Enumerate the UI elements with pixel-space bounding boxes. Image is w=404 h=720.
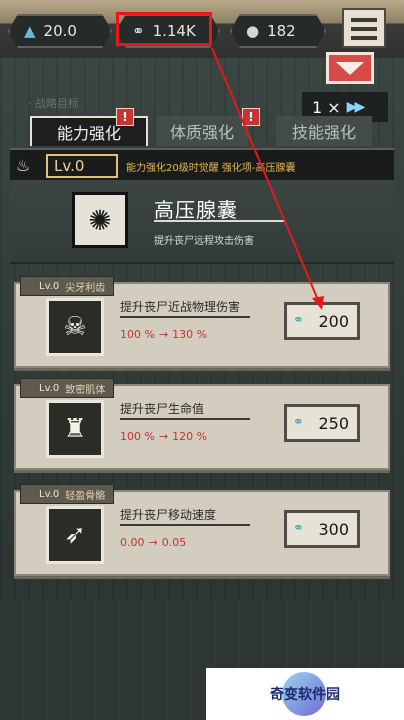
upgrade-cost: 250 [318,413,349,433]
arrow-right-icon: → [148,536,158,549]
skill-name: 高压腺囊 [154,198,238,222]
divider [120,418,250,420]
tab-skill-label: 技能强化 [291,123,356,142]
chevron-down-icon [336,61,364,75]
rock-crystal-icon: ▲ [24,22,36,40]
upgrade-button[interactable]: ⚭ 300 [284,510,360,548]
card-description: 提升丧尸近战物理伤害 [120,300,241,314]
card-values: 100 % → 130 % [120,328,207,341]
card-values: 100 % → 120 % [120,430,207,443]
card-name: 致密肌体 [65,384,106,396]
value-to: 0.05 [161,536,187,549]
value-from: 100 % [120,328,155,341]
upgrade-cost: 200 [318,311,349,331]
resource-rock-value: 20.0 [43,22,77,40]
muscle-torso-icon: ♜ [46,400,104,458]
level-label: Lv.0 [54,157,85,175]
gene-icon: ⚭ [293,415,304,430]
card-name: 轻盈骨骼 [65,490,106,502]
card-name: 尖牙利齿 [65,282,106,294]
menu-button[interactable] [342,8,386,48]
resource-brain-value: 182 [267,22,296,40]
gland-sac-icon: ✺ [72,192,128,248]
skill-description: 提升丧尸远程攻击伤害 [154,236,254,247]
card-description: 提升丧尸移动速度 [120,508,217,522]
arrow-right-icon: → [158,430,169,443]
card-tag: Lv.0 尖牙利齿 [20,276,115,296]
divider [120,316,250,318]
card-values: 0.00 → 0.05 [120,536,186,549]
tab-skill[interactable]: 技能强化 [276,116,372,146]
resource-brain: ● 182 [230,14,326,48]
card-level: Lv.0 [39,280,60,292]
upgrade-button[interactable]: ⚭ 250 [284,404,360,442]
gene-icon: ⚭ [293,521,304,536]
value-from: 0.00 [120,536,145,549]
arrow-right-icon: → [158,328,169,341]
level-description: 能力强化20级时觉醒 强化项-高压腺囊 [126,163,296,174]
brain-icon: ● [246,22,260,40]
speed-label: 1 × [312,97,341,117]
card-description: 提升丧尸生命值 [120,402,205,416]
watermark: 奇变软件园 [206,668,404,720]
value-to: 120 % [172,430,208,443]
card-tag: Lv.0 轻盈骨骼 [20,484,115,504]
value-from: 100 % [120,430,155,443]
alert-badge-physique: ! [242,108,260,126]
skull-icon: ☠ [46,298,104,356]
card-tag: Lv.0 致密肌体 [20,378,115,398]
objective-label: · 战略目标 [28,97,79,110]
card-level: Lv.0 [39,488,60,500]
alert-badge-ability: ! [116,108,134,126]
upgrade-button[interactable]: ⚭ 200 [284,302,360,340]
gene-icon: ⚭ [293,313,304,328]
fast-forward-icon: ▶▶ [346,99,365,115]
divider [154,220,284,222]
flame-icon: ♨ [16,156,31,175]
annotation-highlight-box [116,12,212,46]
level-badge: Lv.0 [46,154,118,178]
tab-physique-label: 体质强化 [169,123,234,142]
awaken-level-row: ♨ Lv.0 能力强化20级时觉醒 强化项-高压腺囊 [10,148,394,182]
divider [120,524,250,526]
card-level: Lv.0 [39,382,60,394]
resource-rock: ▲ 20.0 [8,14,112,48]
value-to: 130 % [172,328,208,341]
watermark-text: 奇变软件园 [270,687,340,703]
tab-physique[interactable]: 体质强化 [156,116,248,146]
skill-header: ✺ 高压腺囊 提升丧尸远程攻击伤害 [10,180,394,264]
upgrade-cost: 300 [318,519,349,539]
collapse-button[interactable] [326,52,374,84]
foot-icon: ➶ [46,506,104,564]
tab-ability-label: 能力强化 [56,124,121,143]
